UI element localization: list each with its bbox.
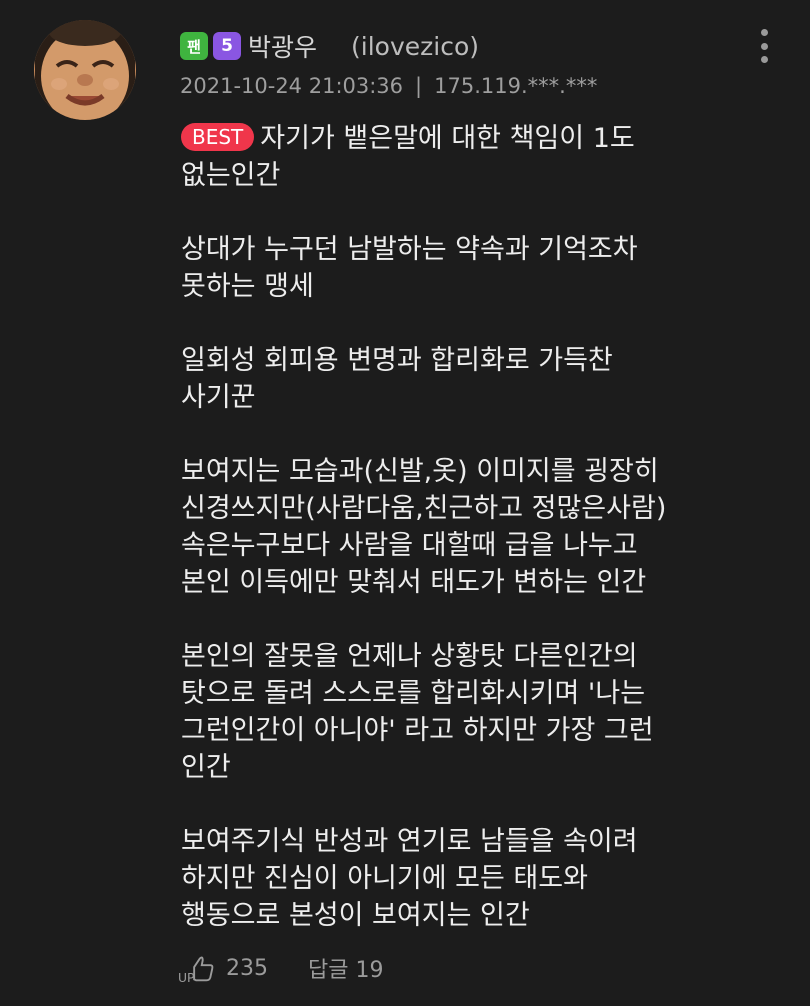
- comment-line: 없는인간: [181, 160, 281, 191]
- comment-paragraph: 상대가 누구던 남발하는 약속과 기억조차 못하는 맹세: [181, 231, 791, 305]
- dot: [760, 56, 768, 63]
- comment-meta: 2021-10-24 21:03:36 | 175.119.***.***: [180, 74, 597, 98]
- reply-button[interactable]: 답글 19: [308, 952, 383, 984]
- comment-footer: UP 235 답글 19: [178, 950, 383, 986]
- comment-paragraph: 일회성 회피용 변명과 합리화로 가득찬 사기꾼: [181, 342, 791, 416]
- svg-text:UP: UP: [178, 971, 195, 985]
- comment-line: BEST 자기가 뱉은말에 대한 책임이 1도: [181, 120, 791, 157]
- comment-paragraph: 보여지는 모습과(신발,옷) 이미지를 굉장히 신경쓰지만(사람다움,친근하고 …: [181, 453, 791, 601]
- dot: [760, 29, 768, 36]
- comment-paragraph: 보여주기식 반성과 연기로 남들을 속이려 하지만 진심이 아니기에 모든 태도…: [181, 823, 791, 934]
- comment-line: 일회성 회피용 변명과 합리화로 가득찬: [181, 345, 613, 376]
- comment-line: 보여지는 모습과(신발,옷) 이미지를 굉장히: [181, 456, 659, 487]
- meta-separator: |: [415, 74, 423, 98]
- comment-line: 상대가 누구던 남발하는 약속과 기억조차: [181, 234, 638, 265]
- comment-line: 속은누구보다 사람을 대할때 급을 나누고: [181, 530, 638, 561]
- comment-line: 행동으로 본성이 보여지는 인간: [181, 900, 530, 931]
- comment-line: 탓으로 돌려 스스로를 합리화시키며 '나는: [181, 678, 646, 709]
- comment-line: 본인의 잘못을 언제나 상황탓 다른인간의: [181, 641, 638, 672]
- comment-line: 사기꾼: [181, 382, 256, 413]
- more-options-icon[interactable]: [754, 26, 774, 66]
- best-badge: BEST: [181, 123, 255, 151]
- avatar-face-image: [35, 20, 135, 120]
- thumbs-up-icon[interactable]: UP: [178, 950, 216, 986]
- comment-paragraph: 본인의 잘못을 언제나 상황탓 다른인간의 탓으로 돌려 스스로를 합리화시키며…: [181, 638, 791, 786]
- level-badge: 5: [213, 32, 241, 60]
- comment-header: 팬 5 박광우 (ilovezico): [180, 28, 479, 64]
- comment-body: BEST 자기가 뱉은말에 대한 책임이 1도 없는인간 상대가 누구던 남발하는…: [181, 120, 791, 934]
- comment-line: 못하는 맹세: [181, 271, 314, 302]
- comment-line: 본인 이득에만 맞춰서 태도가 변하는 인간: [181, 567, 647, 598]
- user-id: (ilovezico): [351, 31, 479, 61]
- comment-paragraph: BEST 자기가 뱉은말에 대한 책임이 1도 없는인간: [181, 120, 791, 194]
- comment-line: 인간: [181, 752, 231, 783]
- comment-line: 신경쓰지만(사람다움,친근하고 정많은사람): [181, 493, 667, 524]
- comment-line: 그런인간이 아니야' 라고 하지만 가장 그런: [181, 715, 654, 746]
- comment-datetime: 2021-10-24 21:03:36: [180, 74, 404, 98]
- up-count[interactable]: 235: [226, 956, 268, 981]
- fan-badge: 팬: [180, 32, 208, 60]
- comment-ip: 175.119.***.***: [434, 74, 598, 98]
- comment-line: 보여주기식 반성과 연기로 남들을 속이려: [181, 826, 638, 857]
- nickname[interactable]: 박광우: [248, 28, 317, 64]
- comment-card: 팬 5 박광우 (ilovezico) 2021-10-24 21:03:36 |…: [0, 0, 810, 1006]
- avatar[interactable]: [34, 20, 136, 120]
- dot: [760, 42, 768, 50]
- comment-line: 하지만 진심이 아니기에 모든 태도와: [181, 863, 588, 894]
